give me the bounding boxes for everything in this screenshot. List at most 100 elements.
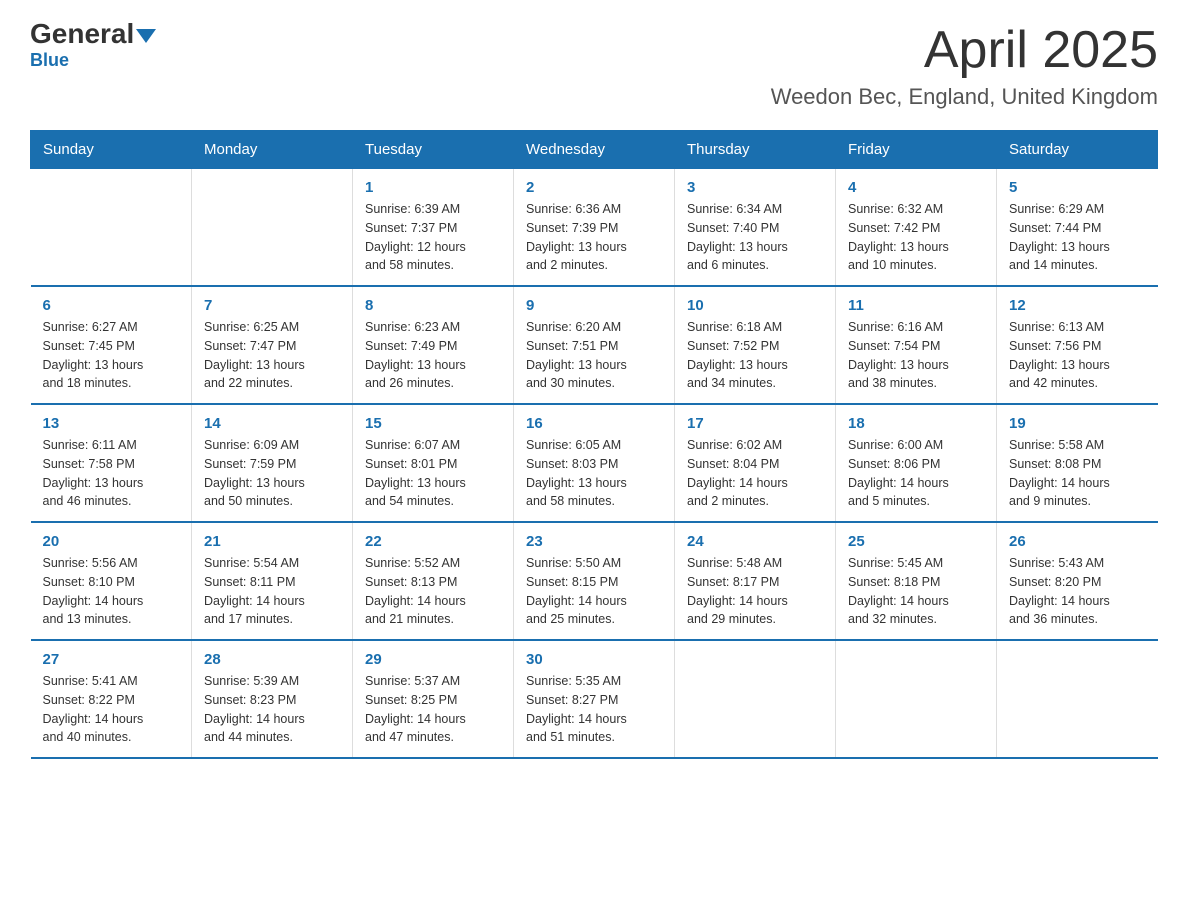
month-title: April 2025 [771,20,1158,80]
day-info: Sunrise: 6:13 AM Sunset: 7:56 PM Dayligh… [1009,318,1146,393]
day-info: Sunrise: 5:50 AM Sunset: 8:15 PM Dayligh… [526,554,662,629]
calendar-cell: 24 Sunrise: 5:48 AM Sunset: 8:17 PM Dayli… [675,522,836,640]
logo-blue: Blue [30,50,69,71]
calendar-cell: 5 Sunrise: 6:29 AM Sunset: 7:44 PM Daylig… [997,169,1158,287]
calendar-cell: 6 Sunrise: 6:27 AM Sunset: 7:45 PM Daylig… [31,286,192,404]
day-number: 19 [1009,415,1146,432]
calendar-cell [997,640,1158,758]
day-info: Sunrise: 5:54 AM Sunset: 8:11 PM Dayligh… [204,554,340,629]
calendar-cell: 23 Sunrise: 5:50 AM Sunset: 8:15 PM Dayli… [514,522,675,640]
day-number: 3 [687,179,823,196]
header-saturday: Saturday [997,131,1158,169]
calendar-cell: 8 Sunrise: 6:23 AM Sunset: 7:49 PM Daylig… [353,286,514,404]
day-info: Sunrise: 6:23 AM Sunset: 7:49 PM Dayligh… [365,318,501,393]
day-number: 18 [848,415,984,432]
day-number: 12 [1009,297,1146,314]
day-info: Sunrise: 6:16 AM Sunset: 7:54 PM Dayligh… [848,318,984,393]
day-info: Sunrise: 5:56 AM Sunset: 8:10 PM Dayligh… [43,554,180,629]
calendar-cell [31,169,192,287]
header-tuesday: Tuesday [353,131,514,169]
calendar-cell: 28 Sunrise: 5:39 AM Sunset: 8:23 PM Dayli… [192,640,353,758]
calendar-cell: 10Sunrise: 6:18 AM Sunset: 7:52 PM Dayli… [675,286,836,404]
day-info: Sunrise: 6:27 AM Sunset: 7:45 PM Dayligh… [43,318,180,393]
calendar-cell: 20 Sunrise: 5:56 AM Sunset: 8:10 PM Dayli… [31,522,192,640]
day-info: Sunrise: 6:09 AM Sunset: 7:59 PM Dayligh… [204,436,340,511]
calendar-cell: 1 Sunrise: 6:39 AM Sunset: 7:37 PM Daylig… [353,169,514,287]
day-info: Sunrise: 5:39 AM Sunset: 8:23 PM Dayligh… [204,672,340,747]
calendar-cell: 25 Sunrise: 5:45 AM Sunset: 8:18 PM Dayli… [836,522,997,640]
calendar-week-3: 13 Sunrise: 6:11 AM Sunset: 7:58 PM Dayli… [31,404,1158,522]
header-sunday: Sunday [31,131,192,169]
day-number: 6 [43,297,180,314]
day-info: Sunrise: 6:20 AM Sunset: 7:51 PM Dayligh… [526,318,662,393]
calendar-cell: 7Sunrise: 6:25 AM Sunset: 7:47 PM Daylig… [192,286,353,404]
day-number: 23 [526,533,662,550]
day-number: 21 [204,533,340,550]
calendar-week-2: 6 Sunrise: 6:27 AM Sunset: 7:45 PM Daylig… [31,286,1158,404]
calendar-cell [192,169,353,287]
logo: General Blue [30,20,156,71]
day-info: Sunrise: 6:00 AM Sunset: 8:06 PM Dayligh… [848,436,984,511]
calendar-cell: 17Sunrise: 6:02 AM Sunset: 8:04 PM Dayli… [675,404,836,522]
calendar-cell: 19 Sunrise: 5:58 AM Sunset: 8:08 PM Dayli… [997,404,1158,522]
calendar-cell: 22Sunrise: 5:52 AM Sunset: 8:13 PM Dayli… [353,522,514,640]
day-number: 22 [365,533,501,550]
day-number: 15 [365,415,501,432]
page-header: General Blue April 2025 Weedon Bec, Engl… [30,20,1158,110]
logo-general: General [30,20,156,48]
day-number: 1 [365,179,501,196]
day-number: 2 [526,179,662,196]
day-number: 27 [43,651,180,668]
day-number: 28 [204,651,340,668]
day-info: Sunrise: 5:45 AM Sunset: 8:18 PM Dayligh… [848,554,984,629]
day-info: Sunrise: 6:39 AM Sunset: 7:37 PM Dayligh… [365,200,501,275]
calendar-cell: 26Sunrise: 5:43 AM Sunset: 8:20 PM Dayli… [997,522,1158,640]
calendar-cell: 4 Sunrise: 6:32 AM Sunset: 7:42 PM Daylig… [836,169,997,287]
day-number: 29 [365,651,501,668]
header-friday: Friday [836,131,997,169]
day-info: Sunrise: 6:11 AM Sunset: 7:58 PM Dayligh… [43,436,180,511]
location-title: Weedon Bec, England, United Kingdom [771,84,1158,110]
calendar-cell: 11 Sunrise: 6:16 AM Sunset: 7:54 PM Dayli… [836,286,997,404]
calendar-cell: 12 Sunrise: 6:13 AM Sunset: 7:56 PM Dayli… [997,286,1158,404]
day-info: Sunrise: 5:41 AM Sunset: 8:22 PM Dayligh… [43,672,180,747]
day-number: 16 [526,415,662,432]
day-info: Sunrise: 6:36 AM Sunset: 7:39 PM Dayligh… [526,200,662,275]
day-number: 5 [1009,179,1146,196]
calendar-cell: 14Sunrise: 6:09 AM Sunset: 7:59 PM Dayli… [192,404,353,522]
day-info: Sunrise: 6:18 AM Sunset: 7:52 PM Dayligh… [687,318,823,393]
header-monday: Monday [192,131,353,169]
day-info: Sunrise: 5:35 AM Sunset: 8:27 PM Dayligh… [526,672,662,747]
calendar-cell: 21 Sunrise: 5:54 AM Sunset: 8:11 PM Dayli… [192,522,353,640]
calendar-cell: 13 Sunrise: 6:11 AM Sunset: 7:58 PM Dayli… [31,404,192,522]
day-info: Sunrise: 6:29 AM Sunset: 7:44 PM Dayligh… [1009,200,1146,275]
calendar-week-5: 27 Sunrise: 5:41 AM Sunset: 8:22 PM Dayli… [31,640,1158,758]
day-info: Sunrise: 6:32 AM Sunset: 7:42 PM Dayligh… [848,200,984,275]
day-info: Sunrise: 5:48 AM Sunset: 8:17 PM Dayligh… [687,554,823,629]
day-info: Sunrise: 6:34 AM Sunset: 7:40 PM Dayligh… [687,200,823,275]
calendar-cell [836,640,997,758]
calendar-cell: 16 Sunrise: 6:05 AM Sunset: 8:03 PM Dayli… [514,404,675,522]
day-number: 8 [365,297,501,314]
calendar-cell [675,640,836,758]
day-number: 9 [526,297,662,314]
day-number: 25 [848,533,984,550]
day-number: 4 [848,179,984,196]
day-number: 13 [43,415,180,432]
day-number: 24 [687,533,823,550]
calendar-cell: 29 Sunrise: 5:37 AM Sunset: 8:25 PM Dayli… [353,640,514,758]
day-info: Sunrise: 6:05 AM Sunset: 8:03 PM Dayligh… [526,436,662,511]
logo-triangle-icon [136,29,156,43]
day-info: Sunrise: 5:37 AM Sunset: 8:25 PM Dayligh… [365,672,501,747]
calendar-cell: 15 Sunrise: 6:07 AM Sunset: 8:01 PM Dayli… [353,404,514,522]
title-area: April 2025 Weedon Bec, England, United K… [771,20,1158,110]
calendar-cell: 2 Sunrise: 6:36 AM Sunset: 7:39 PM Daylig… [514,169,675,287]
day-info: Sunrise: 6:07 AM Sunset: 8:01 PM Dayligh… [365,436,501,511]
header-thursday: Thursday [675,131,836,169]
calendar-cell: 30Sunrise: 5:35 AM Sunset: 8:27 PM Dayli… [514,640,675,758]
day-info: Sunrise: 6:25 AM Sunset: 7:47 PM Dayligh… [204,318,340,393]
day-info: Sunrise: 6:02 AM Sunset: 8:04 PM Dayligh… [687,436,823,511]
day-number: 11 [848,297,984,314]
day-info: Sunrise: 5:58 AM Sunset: 8:08 PM Dayligh… [1009,436,1146,511]
day-number: 20 [43,533,180,550]
